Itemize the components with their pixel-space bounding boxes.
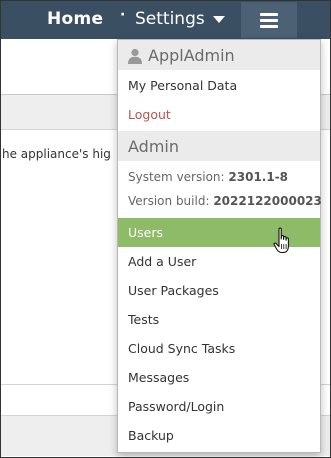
user-icon [128,48,142,64]
version-build-label: Version build: [128,194,210,208]
nav-settings-link[interactable]: Settings [135,9,205,29]
menu-item-label: Cloud Sync Tasks [128,341,236,356]
menu-item-backup[interactable]: Backup [118,421,320,450]
system-version-value: 2301.1-8 [228,170,289,184]
menu-item-label: Add a User [128,254,197,269]
menu-item-label: Password/Login [128,399,225,414]
hand-pointer-cursor-icon [273,227,289,254]
version-build-value: 2022122000023 [213,194,322,208]
hamburger-icon-bar [260,25,278,28]
menu-item-my-personal-data[interactable]: My Personal Data [118,71,320,100]
app-window: Home · Settings he appliance's hig ApplA… [0,0,331,458]
menu-item-label: Messages [128,370,190,385]
version-build-info: Version build: 2022122000023 [128,194,322,208]
menu-item-user-packages[interactable]: User Packages [118,276,320,305]
page-body-text: he appliance's hig [2,147,111,161]
system-version-info: System version: 2301.1-8 [128,170,288,184]
menu-item-cloud-sync-tasks[interactable]: Cloud Sync Tasks [118,334,320,363]
menu-item-label: User Packages [128,283,219,298]
admin-section-header: Admin [118,131,320,161]
caret-down-icon[interactable] [213,16,225,23]
menu-item-password-login[interactable]: Password/Login [118,392,320,421]
menu-item-label: Users [128,225,164,240]
menu-item-label: My Personal Data [128,78,238,93]
menu-item-tests[interactable]: Tests [118,305,320,334]
top-navbar: Home · Settings [1,1,330,39]
menu-item-label: Backup [128,428,174,443]
admin-header-label: Admin [128,137,179,156]
nav-home-link[interactable]: Home [47,9,103,29]
menu-item-label: Logout [128,107,171,122]
system-version-label: System version: [128,170,225,184]
hamburger-icon-bar [260,19,278,22]
nav-separator: · [120,7,126,23]
appladmin-header-label: ApplAdmin [148,46,235,65]
hamburger-menu-button[interactable] [241,2,297,38]
appladmin-section-header: ApplAdmin [118,40,320,70]
menu-item-messages[interactable]: Messages [118,363,320,392]
menu-item-logout[interactable]: Logout [118,100,320,129]
menu-item-label: Tests [128,312,160,327]
hamburger-icon [260,13,278,16]
